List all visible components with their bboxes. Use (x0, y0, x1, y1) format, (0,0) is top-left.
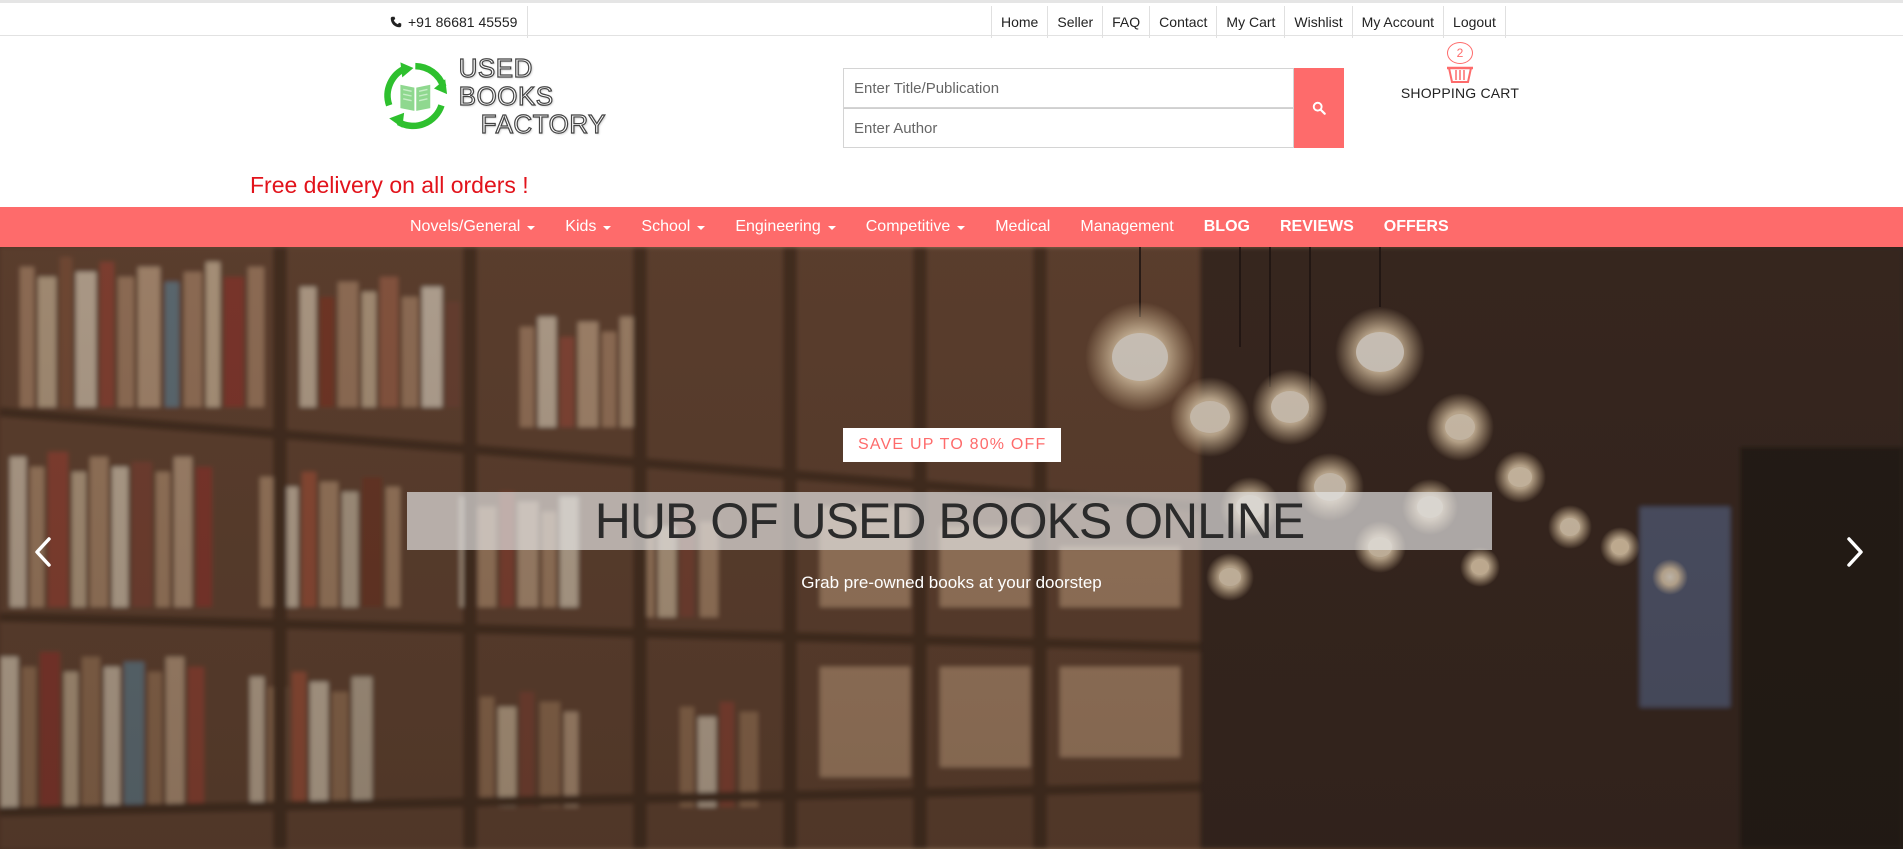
slider-next-button[interactable] (1840, 532, 1870, 572)
caret-down-icon (527, 226, 536, 230)
hero-headline: HUB OF USED BOOKS ONLINE (594, 493, 1305, 549)
phone-icon (390, 16, 402, 28)
nav-offers[interactable]: OFFERS (1369, 218, 1464, 236)
top-link-my-cart[interactable]: My Cart (1217, 6, 1286, 38)
nav-label: School (641, 218, 691, 235)
chevron-right-icon (1847, 537, 1863, 567)
top-utility-bar: +91 86681 45559 Home Seller FAQ Contact … (0, 0, 1903, 38)
caret-down-icon (957, 226, 966, 230)
top-links: Home Seller FAQ Contact My Cart Wishlist… (991, 6, 1506, 38)
logo-line-2: FACTORY (480, 109, 606, 139)
headline-box: HUB OF USED BOOKS ONLINE (407, 492, 1492, 550)
site-logo[interactable]: USED BOOKS FACTORY (378, 53, 628, 139)
top-link-home[interactable]: Home (992, 6, 1049, 38)
title-search-input[interactable] (843, 68, 1294, 108)
discount-badge: SAVE UP TO 80% OFF (843, 428, 1062, 462)
contact-phone: +91 86681 45559 (380, 6, 529, 38)
free-delivery-promo: Free delivery on all orders ! (250, 172, 529, 198)
nav-reviews[interactable]: REVIEWS (1265, 218, 1369, 236)
top-link-contact[interactable]: Contact (1150, 6, 1218, 38)
cart-count-badge: 2 (1447, 42, 1473, 64)
search-form (843, 68, 1344, 148)
hero-slider: SAVE UP TO 80% OFF HUB OF USED BOOKS ONL… (0, 247, 1903, 849)
author-search-input[interactable] (843, 108, 1294, 148)
top-link-logout[interactable]: Logout (1444, 6, 1505, 38)
caret-down-icon (697, 226, 706, 230)
search-fields (843, 68, 1294, 148)
cart-label: SHOPPING CART (1400, 85, 1520, 101)
nav-label: Competitive (865, 218, 951, 235)
phone-number: +91 86681 45559 (408, 14, 518, 30)
nav-medical[interactable]: Medical (980, 218, 1065, 236)
nav-label: Novels/General (410, 218, 521, 235)
slider-prev-button[interactable] (28, 532, 58, 572)
nav-kids[interactable]: Kids (550, 218, 626, 236)
top-link-seller[interactable]: Seller (1048, 6, 1104, 38)
caret-down-icon (603, 226, 612, 230)
search-button[interactable] (1294, 68, 1344, 148)
top-link-wishlist[interactable]: Wishlist (1285, 6, 1353, 38)
cart-icon-wrap: 2 (1443, 40, 1477, 84)
category-nav: Novels/General Kids School Engineering C… (0, 207, 1903, 247)
top-link-my-account[interactable]: My Account (1353, 6, 1445, 38)
nav-competitive[interactable]: Competitive (851, 218, 980, 236)
nav-blog[interactable]: BLOG (1189, 218, 1265, 236)
logo-wordmark: USED BOOKS FACTORY (458, 53, 628, 139)
nav-engineering[interactable]: Engineering (720, 218, 850, 236)
hero-subline: Grab pre-owned books at your doorstep (801, 573, 1102, 592)
logo-line-1: USED BOOKS (458, 53, 554, 111)
nav-label: Engineering (735, 218, 821, 235)
top-link-faq[interactable]: FAQ (1103, 6, 1151, 38)
nav-novels-general[interactable]: Novels/General (395, 218, 550, 236)
recycle-book-icon (384, 62, 448, 130)
nav-management[interactable]: Management (1065, 218, 1188, 236)
shopping-cart[interactable]: 2 SHOPPING CART (1395, 40, 1525, 101)
search-icon (1312, 101, 1326, 115)
chevron-left-icon (35, 537, 51, 567)
nav-label: Kids (565, 218, 597, 235)
caret-down-icon (827, 226, 836, 230)
nav-school[interactable]: School (626, 218, 720, 236)
